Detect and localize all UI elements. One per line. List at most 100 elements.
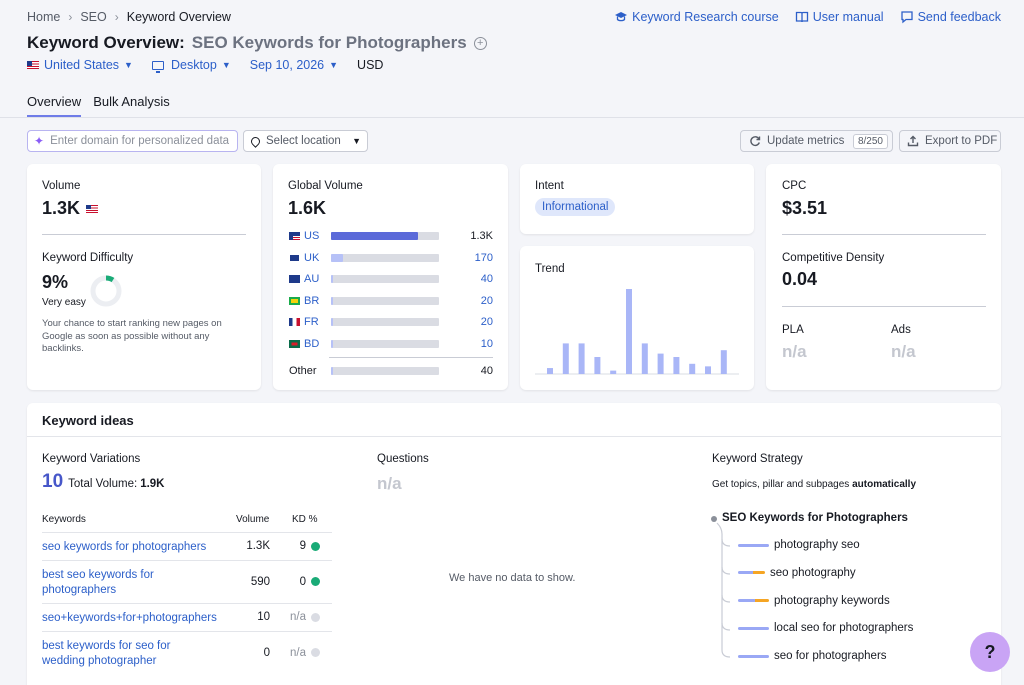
volume-column-header: Volume [236,514,270,525]
keyword-difficulty-value: n/a [290,611,306,623]
add-to-list-icon[interactable]: + [473,36,487,50]
volume-share-bar [331,296,333,305]
trend-bar [720,350,727,374]
global-volume-other-value: 40 [480,365,493,377]
divider [329,357,493,358]
keyword-strategy-item[interactable]: seo photography [738,567,856,579]
trend-bar [562,343,569,374]
keyword-variations-label[interactable]: Keyword Variations [42,453,140,465]
keyword-difficulty-level: Very easy [42,297,86,308]
keyword-link[interactable]: seo+keywords+for+photographers [42,611,242,626]
difficulty-dot-icon [311,541,320,551]
tab-bulk-analysis[interactable]: Bulk Analysis [93,94,170,117]
trend-bar [594,357,601,374]
page-title-keyword: SEO Keywords for Photographers [191,33,467,52]
keyword-ideas-title: Keyword ideas [42,413,134,428]
fr-flag-icon [289,318,300,326]
volume-share-bar [331,253,343,262]
update-metrics-label: Update metrics [767,135,845,147]
country-code[interactable]: BD [289,338,331,350]
global-volume-label: Global Volume [288,180,363,192]
keyword-difficulty: n/a [282,611,320,623]
keyword-link[interactable]: best seo keywords for photographers [42,568,187,598]
refresh-icon [750,136,761,147]
breadcrumb-home[interactable]: Home [27,10,60,24]
keyword-link[interactable]: best keywords for seo for wedding photog… [42,639,187,669]
keyword-strategy-item[interactable]: photography keywords [738,595,890,607]
volume-card: Volume 1.3K Keyword Difficulty 9% Very e… [27,164,261,390]
trend-bar [610,370,617,374]
au-flag-icon [289,275,300,283]
cpc-card: CPC $3.51 Competitive Density 0.04 PLA n… [766,164,1001,390]
breadcrumb-current: Keyword Overview [126,10,231,24]
keyword-difficulty-value: 0 [299,575,306,588]
keyword-variations-count[interactable]: 10 [42,471,63,493]
upload-icon [907,135,919,147]
country-code[interactable]: UK [289,252,331,264]
keyword-volume: 10 [257,611,270,623]
trend-bar [626,289,632,374]
location-select[interactable]: Select location ▼ [243,130,368,152]
course-link[interactable]: Keyword Research course [614,10,779,24]
sparkle-icon: ✦ [34,134,45,148]
strategy-item-label: local seo for photographers [774,622,914,635]
volume-share-track [331,339,439,348]
export-pdf-button[interactable]: Export to PDF [899,130,1001,152]
domain-input-placeholder: Enter domain for personalized data [50,135,230,147]
strategy-item-bar [738,571,765,575]
total-volume-value: 1.9K [140,478,165,490]
keyword-difficulty: 9 [282,540,320,552]
update-metrics-button[interactable]: Update metrics 8/250 [740,130,893,152]
questions-label[interactable]: Questions [377,453,429,465]
country-code[interactable]: AU [289,273,331,285]
global-volume-card: Global Volume 1.6K US 1.3K UK 170 AU 40 BR 20 FR… [273,164,508,390]
strategy-item-label: photography keywords [774,594,890,607]
difficulty-dot-icon [311,577,320,586]
volume-share-track [331,296,439,305]
manual-link[interactable]: User manual [795,10,884,24]
country-selector[interactable]: United States ▼ [27,58,133,72]
domain-input[interactable]: ✦ Enter domain for personalized data [27,130,238,152]
country-code-label: AU [304,273,320,285]
country-code-label: US [304,230,320,242]
questions-empty-message: We have no data to show. [449,572,576,584]
chevron-down-icon: ▼ [352,136,361,146]
course-link-label: Keyword Research course [632,10,779,24]
chevron-right-icon: › [114,10,119,24]
breadcrumb-seo[interactable]: SEO [80,10,106,24]
date-selector[interactable]: Sep 10, 2026 ▼ [250,58,338,72]
volume-share-bar [331,339,333,348]
keyword-strategy-item[interactable]: local seo for photographers [738,622,913,634]
device-selector[interactable]: Desktop ▼ [151,58,231,73]
keyword-strategy-item[interactable]: seo for photographers [738,650,887,662]
country-code[interactable]: BR [289,295,331,307]
update-metrics-count: 8/250 [852,133,888,149]
chevron-down-icon: ▼ [221,60,231,70]
help-button[interactable]: ? [970,632,1010,672]
tab-overview[interactable]: Overview [27,94,82,117]
global-volume-other-track [331,367,439,375]
tab-bar: Overview Bulk Analysis [27,94,170,117]
trend-bar [705,366,711,374]
toolbar: ✦ Enter domain for personalized data Sel… [27,130,1001,152]
divider [782,234,986,235]
trend-bar [547,368,553,374]
keyword-strategy-item[interactable]: photography seo [738,539,860,551]
keyword-strategy-description-bold: automatically [852,479,917,490]
keyword-link[interactable]: seo keywords for photographers [42,540,242,555]
keyword-difficulty: 0 [282,576,320,588]
pla-value: n/a [782,342,807,361]
country-volume-value: 40 [480,273,493,285]
keywords-column-header: Keywords [42,514,86,525]
breadcrumb: Home › SEO › Keyword Overview [27,10,231,24]
feedback-link[interactable]: Send feedback [900,10,1001,24]
global-volume-row-fr: FR 20 [289,315,493,329]
difficulty-dot-icon [311,648,320,657]
country-code[interactable]: US [289,230,331,242]
intent-label: Intent [535,180,564,192]
keyword-difficulty-value: 9% [42,272,69,292]
country-code[interactable]: FR [289,316,331,328]
global-volume-row-br: BR 20 [289,294,493,308]
keyword-strategy-root[interactable]: SEO Keywords for Photographers [722,512,908,524]
country-code-label: UK [304,251,320,264]
